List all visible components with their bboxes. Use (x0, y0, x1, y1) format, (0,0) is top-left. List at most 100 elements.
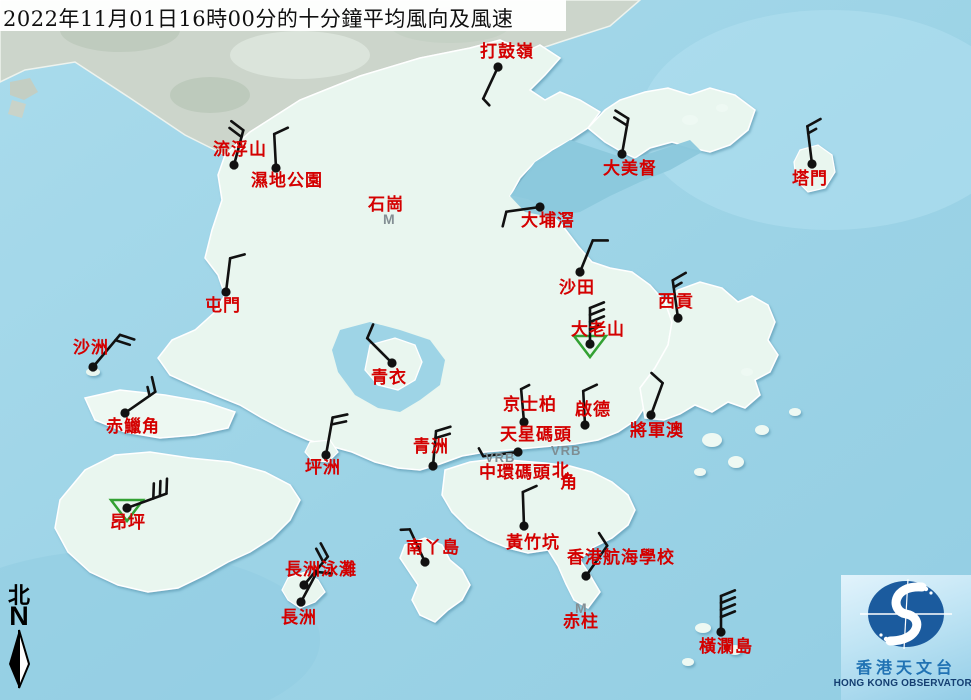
wind-barb-tick (230, 128, 242, 137)
hko-logo-icon (852, 575, 960, 653)
wind-barb-shaft (523, 492, 524, 526)
station-dot (575, 267, 584, 276)
wind-barb-tick (333, 414, 348, 417)
station-label-green-island: 青洲 (413, 439, 449, 457)
wind-barb-tick (160, 481, 161, 496)
wind-barb-shaft (580, 240, 593, 272)
station-tseung-kwan-o (646, 373, 662, 420)
wind-barb-tick (120, 335, 134, 340)
wind-barb-tick (166, 479, 167, 494)
wind-barb-tick (231, 121, 243, 130)
wind-barb-tick (616, 111, 629, 119)
station-dot (493, 62, 502, 71)
north-arrow-icon (3, 628, 35, 690)
station-label-ta-kwu-ling: 打鼓嶺 (480, 44, 534, 62)
station-label-lamma-island: 南丫島 (406, 540, 460, 558)
wind-barb-tick (674, 283, 682, 288)
wind-barb-tick (590, 302, 604, 308)
station-dot (387, 358, 396, 367)
station-label-tates-cairn: 大老山 (571, 322, 625, 340)
station-label-waglan-island: 橫瀾島 (699, 639, 753, 657)
wind-barb-shaft (125, 392, 155, 413)
hko-logo-name-zh: 香港天文台 (856, 654, 956, 678)
station-dot (420, 557, 429, 566)
wind-barb-tick (115, 340, 129, 345)
station-dot (807, 159, 816, 168)
station-dot (229, 160, 238, 169)
wind-barb-tick (483, 99, 489, 106)
station-label-tsing-yi: 青衣 (371, 370, 407, 388)
wind-barb-tick (808, 129, 816, 133)
station-dot (580, 420, 589, 429)
station-dot (519, 521, 528, 530)
station-wong-chuk-hang (519, 486, 536, 531)
wind-barb-tick (721, 604, 735, 610)
station-label-chek-lap-kok: 赤鱲角 (106, 419, 160, 437)
wind-barb-shaft (483, 67, 498, 99)
station-label-tseung-kwan-o: 將軍澳 (630, 423, 684, 441)
station-label-tai-mei-tuk: 大美督 (603, 161, 657, 179)
hko-logo-name-en: HONG KONG OBSERVATORY (834, 678, 971, 689)
wind-barb-shaft (367, 338, 392, 363)
station-label-tap-mun: 塔門 (792, 171, 828, 189)
wind-barb-tick (274, 128, 288, 134)
station-label-shek-kong: 石崗 (368, 197, 404, 215)
wind-barb-tick (721, 611, 735, 617)
wind-barb-layer (0, 0, 971, 700)
wind-barb-tick (230, 254, 244, 258)
station-label-wetland-park: 濕地公園 (251, 173, 323, 191)
station-sha-tin (575, 240, 607, 276)
station-label-tuen-mun: 屯門 (205, 298, 241, 316)
station-dot (716, 627, 725, 636)
station-label-sha-tin: 沙田 (559, 280, 595, 298)
wind-map-canvas: 2022年11月01日16時00分的十分鐘平均風向及風速 北 N 香港天文台 H… (0, 0, 971, 700)
station-label-lau-fau-shan: 流浮山 (213, 142, 267, 160)
wind-barb-tick (614, 117, 627, 125)
station-label-ngong-ping: 昂坪 (110, 515, 146, 533)
wind-barb-tick (521, 385, 529, 389)
wind-barb-shaft (274, 134, 276, 168)
station-label-sha-chau: 沙洲 (73, 340, 109, 358)
station-dot (88, 362, 97, 371)
wind-barb-tick (479, 448, 483, 456)
station-dot (581, 571, 590, 580)
wind-barb-tick (148, 387, 150, 396)
north-compass: 北 N (1, 585, 37, 690)
station-tsing-yi (367, 324, 396, 367)
station-label-kings-park: 京士柏 (503, 397, 557, 415)
station-tap-mun (807, 119, 820, 169)
wind-barb-tick (651, 373, 662, 383)
station-label-central-pier: 中環碼頭 (479, 465, 551, 483)
station-label-cheung-chau-beach: 長洲泳灘 (285, 562, 357, 580)
station-dot (296, 597, 305, 606)
hko-logo-box: 香港天文台 HONG KONG OBSERVATORY (841, 575, 971, 700)
station-label-kai-tak: 啟德 (575, 402, 611, 420)
wind-barb-shaft (226, 258, 230, 292)
station-label-hk-sea-school: 香港航海學校 (567, 550, 675, 568)
wind-barb-tick (721, 597, 735, 603)
wind-barb-tick (721, 590, 735, 596)
wind-barb-tick (599, 533, 607, 546)
compass-label-n: N (1, 605, 37, 628)
station-waglan-island (716, 590, 735, 636)
station-label-sai-kung: 西貢 (658, 294, 694, 312)
station-dot (646, 410, 655, 419)
station-dot (122, 503, 131, 512)
station-dot (617, 149, 626, 158)
title-strip: 2022年11月01日16時00分的十分鐘平均風向及風速 (0, 0, 566, 31)
station-label-star-ferry-pier: 天星碼頭 (500, 427, 572, 445)
wind-barb-tick (331, 421, 346, 424)
station-label-stanley: 赤柱 (563, 614, 599, 632)
wind-barb-tick (523, 486, 537, 492)
station-peng-chau (321, 414, 347, 459)
wind-barb-tick (590, 309, 604, 315)
station-dot (673, 313, 682, 322)
map-title: 2022年11月01日16時00分的十分鐘平均風向及風速 (0, 0, 566, 33)
station-wetland-park (271, 128, 287, 173)
wind-barb-tick (673, 273, 686, 281)
station-label-tai-po-kau: 大埔滘 (521, 213, 575, 231)
station-label-north-point: 角 (560, 468, 577, 493)
station-ta-kwu-ling (483, 62, 502, 105)
wind-barb-tick (367, 324, 373, 338)
station-tuen-mun (221, 254, 244, 296)
